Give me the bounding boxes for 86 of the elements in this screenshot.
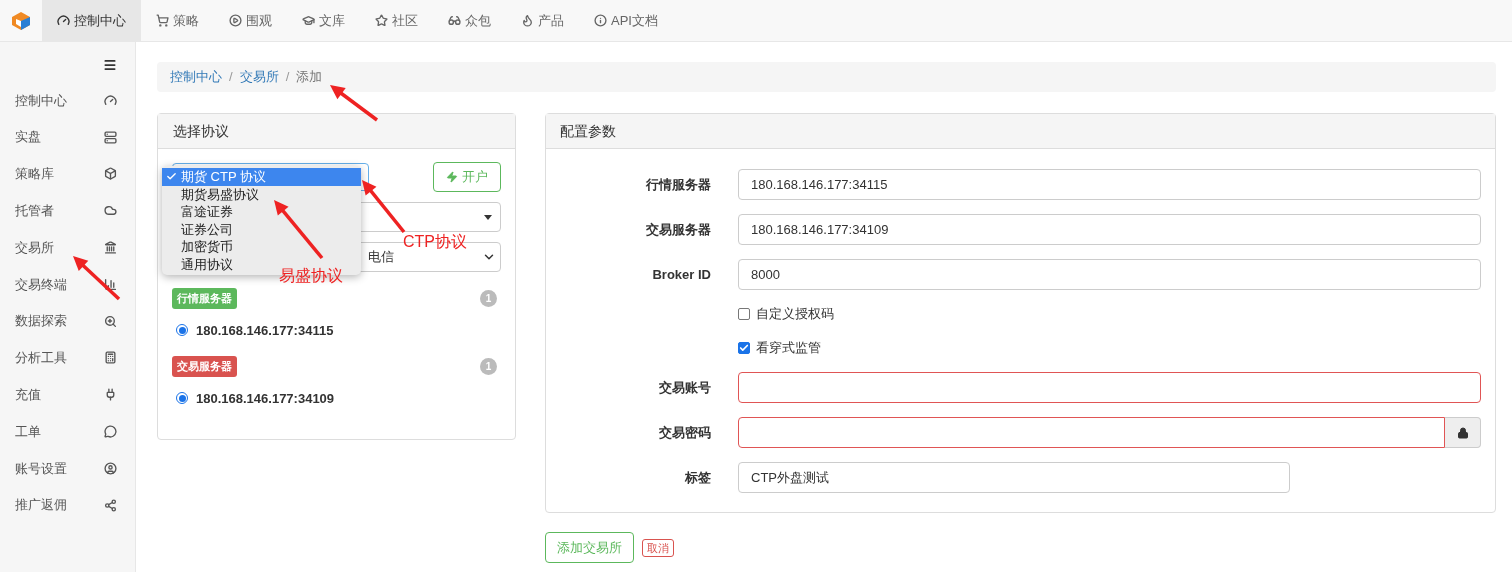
panel-title: 配置参数: [560, 121, 616, 141]
breadcrumb-link[interactable]: 控制中心: [170, 67, 222, 87]
nav-tab[interactable]: 社区: [360, 0, 433, 41]
input-field[interactable]: 180.168.146.177:34109: [738, 214, 1481, 245]
graduation-cap-icon: [302, 14, 315, 27]
breadcrumb-current: 添加: [296, 68, 323, 87]
arrow: [362, 180, 406, 234]
sidebar-item[interactable]: 工单: [0, 413, 135, 450]
cancel-button[interactable]: 取消: [642, 538, 674, 557]
sidebar-item[interactable]: 托管者: [0, 192, 135, 230]
arrow: [330, 85, 379, 122]
annotation-label: 易盛协议: [279, 266, 343, 286]
sidebar-item[interactable]: 推广返佣: [0, 486, 135, 524]
lock-button[interactable]: [1445, 417, 1481, 448]
breadcrumb-link[interactable]: 交易所: [239, 67, 279, 87]
field-label: 标签: [684, 468, 711, 487]
field-label: 交易账号: [658, 378, 711, 397]
check-icon: [739, 343, 749, 353]
flame-icon: [521, 14, 534, 27]
input-field[interactable]: 8000: [738, 259, 1481, 290]
breadcrumb-separator: /: [285, 68, 290, 87]
count: 1: [480, 289, 497, 307]
play-icon: [229, 14, 242, 27]
server-icon: [104, 130, 117, 144]
dropdown-option[interactable]: 富途证券: [162, 203, 361, 221]
field-label: 交易服务器: [645, 220, 711, 239]
count: 1: [480, 357, 497, 375]
input-field[interactable]: CTP外盘测试: [738, 462, 1290, 493]
input-field[interactable]: [738, 372, 1481, 403]
gauge-icon: [104, 93, 117, 107]
zoom-in-icon: [104, 314, 117, 328]
lock-icon: [1456, 426, 1469, 439]
gauge-icon: [57, 14, 70, 27]
nav-tab[interactable]: 众包: [433, 0, 506, 41]
sidebar-item[interactable]: 充值: [0, 376, 135, 414]
sidebar-item[interactable]: 账号设置: [0, 449, 135, 487]
sidebar-item[interactable]: 数据探索: [0, 302, 135, 340]
caret-icon: [484, 214, 492, 220]
server-label: 行情服务器: [172, 288, 237, 309]
star-icon: [375, 14, 388, 27]
server-radio[interactable]: 180.168.146.177:34109: [176, 388, 501, 408]
chat-icon: [104, 425, 117, 439]
sidebar-item[interactable]: 交易所: [0, 229, 135, 266]
glasses-icon: [448, 14, 461, 27]
field-label: 行情服务器: [645, 175, 711, 194]
password-field[interactable]: [738, 417, 1445, 448]
dropdown-option[interactable]: 期货 CTP 协议: [162, 168, 361, 186]
input-field[interactable]: 180.168.146.177:34115: [738, 169, 1481, 200]
breadcrumb-separator: /: [229, 68, 233, 87]
plug-icon: [104, 388, 117, 402]
info-icon: [594, 14, 607, 27]
user-icon: [104, 461, 117, 475]
logo-icon[interactable]: [11, 10, 31, 31]
nav-tab[interactable]: API文档: [579, 0, 673, 41]
arrow: [274, 200, 324, 260]
box-icon: [104, 167, 117, 181]
bank-icon: [104, 241, 117, 255]
checkbox-option[interactable]: 自定义授权码: [546, 297, 1495, 331]
cart-icon: [156, 14, 169, 27]
lightning-icon: [446, 171, 458, 183]
server-radio[interactable]: 180.168.146.177:34115: [176, 320, 501, 340]
nav-tab[interactable]: 控制中心: [42, 0, 141, 41]
nav-tab[interactable]: 产品: [506, 0, 579, 41]
menu-icon[interactable]: [103, 58, 117, 72]
bar-chart-icon: [104, 277, 117, 291]
sidebar-item[interactable]: 控制中心: [0, 82, 135, 119]
nav-tab[interactable]: 文库: [287, 0, 360, 41]
nav-tab[interactable]: 围观: [214, 0, 287, 41]
server-label: 交易服务器: [172, 356, 237, 377]
sidebar-item[interactable]: 分析工具: [0, 339, 135, 377]
nav-tab[interactable]: 策略: [141, 0, 214, 41]
checkbox-option[interactable]: 看穿式监管: [546, 331, 1495, 365]
share-icon: [104, 498, 117, 512]
cloud-icon: [104, 204, 117, 218]
dropdown-option[interactable]: 证券公司: [162, 220, 361, 238]
arrow: [73, 256, 121, 301]
sidebar-item[interactable]: 实盘: [0, 118, 135, 156]
panel-title: 选择协议: [173, 121, 229, 141]
dropdown-option[interactable]: 期货易盛协议: [162, 185, 361, 203]
calculator-icon: [104, 351, 117, 365]
field-label: Broker ID: [651, 265, 711, 284]
sidebar-item[interactable]: 交易终端: [0, 266, 135, 303]
annotation-label: CTP协议: [403, 232, 467, 252]
field-label: 交易密码: [658, 423, 711, 442]
dropdown-option[interactable]: 加密货币: [162, 238, 361, 256]
sidebar-item[interactable]: 策略库: [0, 155, 135, 193]
